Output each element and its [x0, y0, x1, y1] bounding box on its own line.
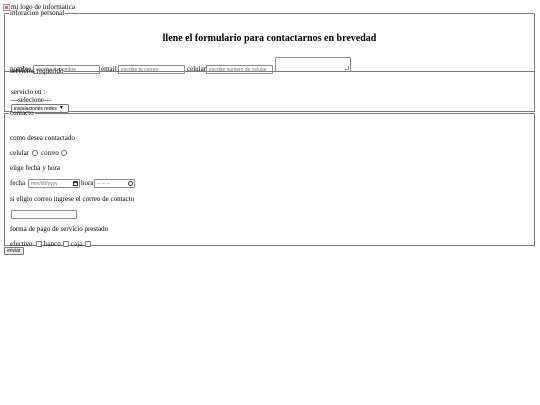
correo-radio-label: correo: [41, 149, 59, 157]
celular-radio-label: celular: [10, 149, 30, 157]
caja-checkbox[interactable]: [85, 241, 91, 247]
services-fieldset: servicios requerido servicio en : ---sel…: [4, 67, 535, 113]
services-legend: servicios requerido: [10, 67, 64, 75]
date-input[interactable]: mm/dd/yyyy: [28, 179, 80, 188]
correo-prompt: si eligio correo ingrese el correo de co…: [10, 195, 135, 203]
form-heading: llene el formulario para contactarnos en…: [162, 33, 377, 44]
submit-button[interactable]: enviar: [4, 247, 24, 255]
contact-email-input[interactable]: [11, 210, 77, 219]
payment-label: forma de pago de servicio prestado: [10, 225, 109, 233]
banco-checkbox[interactable]: [63, 241, 69, 247]
fecha-label: fecha: [10, 179, 26, 187]
calendar-icon: [73, 181, 78, 186]
correo-radio[interactable]: [61, 150, 67, 156]
contact-fieldset: contacto como desea contactado celular c…: [4, 109, 535, 248]
personal-info-legend: inforacion personal: [10, 9, 65, 17]
contact-method-label: como desea contactado: [10, 134, 75, 142]
banco-label: banco: [44, 240, 61, 248]
date-time-label: elige fecha y hora: [10, 164, 60, 172]
celular-radio[interactable]: [32, 150, 38, 156]
efectivo-checkbox[interactable]: [36, 241, 42, 247]
caja-label: caja: [71, 240, 83, 248]
personal-info-fieldset: inforacion personal llene el formulario …: [4, 9, 535, 74]
hora-label: hora: [81, 179, 94, 187]
contact-legend: contacto: [10, 109, 34, 117]
time-placeholder: --:-- --: [97, 180, 110, 187]
clock-icon: [128, 181, 133, 186]
date-placeholder: mm/dd/yyyy: [31, 180, 58, 187]
time-input[interactable]: --:-- --: [94, 179, 135, 188]
